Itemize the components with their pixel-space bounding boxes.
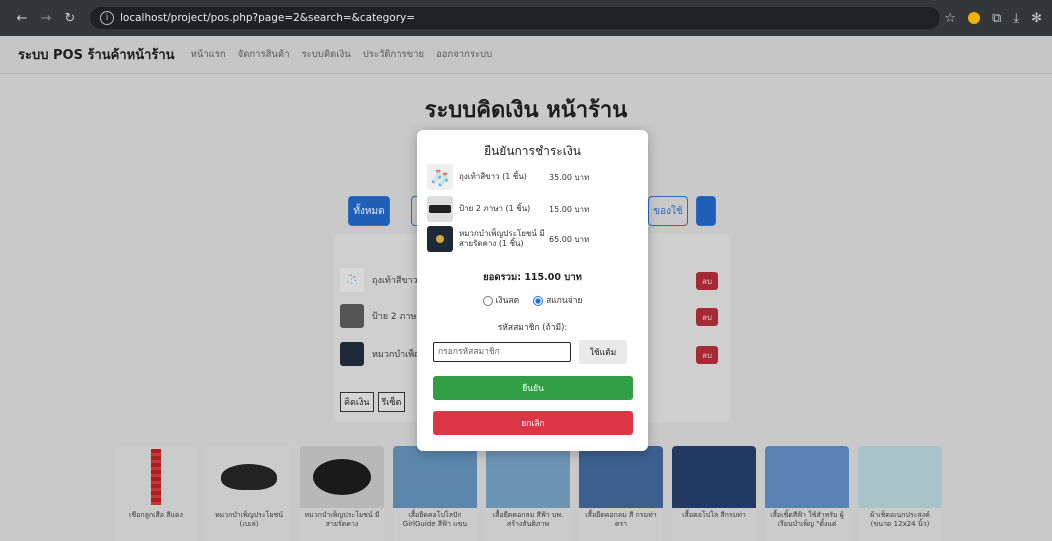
modal-title: ยืนยันการชำระเงิน [484, 144, 581, 158]
radio-cash[interactable] [482, 295, 493, 306]
hat-thumbnail [340, 342, 364, 366]
cart-item-name: ถุงเท้าสีขาว [372, 276, 418, 286]
product-card[interactable]: เชือกลูกเสือ สีแดง [114, 446, 198, 541]
nav-sales-history[interactable]: ประวัติการขาย [363, 47, 424, 62]
cart-item-name: หมวกบำเพ็ญ [372, 350, 422, 360]
payment-cash-option[interactable]: เงินสด [482, 293, 520, 307]
brand-logo[interactable]: ระบบ POS ร้านค้าหน้าร้าน [18, 44, 175, 65]
category-supplies-button[interactable]: ของใช้ [648, 196, 688, 226]
checkout-button[interactable]: คิดเงิน [340, 392, 374, 412]
socks-thumbnail: 🧦 [427, 164, 453, 190]
app-navbar: ระบบ POS ร้านค้าหน้าร้าน หน้าแรก จัดการส… [0, 36, 1052, 74]
product-card[interactable]: หมวกบำเพ็ญประโยชน์ (เบเล่) [207, 446, 291, 541]
payment-cash-label: เงินสด [495, 296, 520, 306]
product-card[interactable]: เสื้อยืดคอโปโลปัก GirlGuide สีฟ้า แขน [393, 446, 477, 541]
product-name: เสื้อยืดคอกลม สี กรมท่า ตรา [585, 511, 657, 528]
nav-home[interactable]: หน้าแรก [191, 47, 226, 62]
product-grid: เชือกลูกเสือ สีแดง หมวกบำเพ็ญประโยชน์ (เ… [114, 446, 942, 541]
back-icon[interactable]: ← [10, 11, 34, 26]
modal-item-name: ป้าย 2 ภาษา (1 ชิ้น) [459, 204, 531, 213]
forward-icon[interactable]: → [34, 11, 58, 26]
hat-thumbnail [427, 226, 453, 252]
cart-row: 🧦 ถุงเท้าสีขาว [340, 266, 418, 294]
product-name: ผ้าเช็ดอเนกประสงค์ (ขนาด 12x24 นิ้ว) [870, 511, 930, 528]
nav-logout[interactable]: ออกจากระบบ [436, 47, 492, 62]
product-name: เสื้อคอโปโล สีกรมท่า [682, 511, 746, 519]
modal-item-price: 35.00 บาท [549, 172, 590, 182]
socks-thumbnail: 🧦 [340, 268, 364, 292]
delete-button[interactable]: ลบ [696, 346, 718, 364]
payment-scan-option[interactable]: สแกนจ่าย [533, 293, 582, 307]
url-text: localhost/project/pos.php?page=2&search=… [120, 12, 416, 24]
modal-item-price: 65.00 บาท [549, 234, 590, 244]
product-name: หมวกบำเพ็ญประโยชน์ มีสายรัดคาง [304, 511, 380, 528]
browser-toolbar: ← → ↻ i localhost/project/pos.php?page=2… [0, 0, 1052, 36]
product-card[interactable]: เสื้อคอโปโล สีกรมท่า [672, 446, 756, 541]
delete-button[interactable]: ลบ [696, 308, 718, 326]
payment-scan-label: สแกนจ่าย [546, 296, 583, 306]
extensions-puzzle-icon[interactable]: ⧉ [992, 11, 1001, 26]
bookmark-star-icon[interactable]: ☆ [944, 11, 956, 26]
cancel-button[interactable]: ยกเลิก [433, 411, 633, 435]
radio-scan[interactable] [533, 295, 544, 306]
product-card[interactable]: ผ้าเช็ดอเนกประสงค์ (ขนาด 12x24 นิ้ว) [858, 446, 942, 541]
member-id-input[interactable] [433, 342, 571, 362]
reload-icon[interactable]: ↻ [58, 11, 82, 26]
member-id-label: รหัสสมาชิก (ถ้ามี): [497, 323, 568, 333]
modal-item-name: ถุงเท้าสีขาว (1 ชิ้น) [459, 172, 527, 181]
product-name: เสื้อเชิ้ตสีฟ้า ใช้สำหรับ ผู้เรียนบำเพ็ญ… [770, 511, 844, 528]
product-card[interactable]: หมวกบำเพ็ญประโยชน์ มีสายรัดคาง [300, 446, 384, 541]
badge-thumbnail [340, 304, 364, 328]
shirt-image [765, 446, 849, 508]
product-name: หมวกบำเพ็ญประโยชน์ (เบเล่) [214, 511, 284, 528]
hat-image [300, 446, 384, 508]
profile-icon[interactable]: ✻ [1031, 11, 1042, 26]
towel-image [858, 446, 942, 508]
product-card[interactable]: เสื้อยืดคอกลม สี กรมท่า ตรา [579, 446, 663, 541]
shirt-image [393, 446, 477, 508]
badge-thumbnail [427, 196, 453, 222]
modal-item-name: หมวกบำเพ็ญประโยชน์ มีสายรัดคาง (1 ชิ้น) [459, 229, 545, 248]
page-title: ระบบคิดเงิน หน้าร้าน [424, 98, 628, 123]
nav-checkout[interactable]: ระบบคิดเงิน [302, 47, 351, 62]
address-bar[interactable]: i localhost/project/pos.php?page=2&searc… [90, 7, 940, 29]
modal-item-price: 15.00 บาท [549, 204, 590, 214]
cart-row: หมวกบำเพ็ญ [340, 340, 422, 368]
shirt-image [672, 446, 756, 508]
modal-item-row: 🧦 ถุงเท้าสีขาว (1 ชิ้น) 35.00 บาท [427, 164, 589, 190]
beret-image [207, 446, 291, 508]
total-amount: ยอดรวม: 115.00 บาท [483, 272, 582, 283]
download-icon[interactable]: ⤓ [1013, 11, 1019, 26]
cart-row: ป้าย 2 ภาษา [340, 302, 421, 330]
site-info-icon[interactable]: i [100, 11, 114, 25]
modal-item-row: หมวกบำเพ็ญประโยชน์ มีสายรัดคาง (1 ชิ้น) … [427, 226, 589, 252]
rope-image [114, 446, 198, 508]
reset-button[interactable]: รีเซ็ต [377, 392, 406, 412]
category-more-button[interactable] [696, 196, 716, 226]
shirt-image [579, 446, 663, 508]
delete-button[interactable]: ลบ [696, 272, 718, 290]
product-name: เชือกลูกเสือ สีแดง [129, 511, 183, 519]
product-card[interactable]: เสื้อยืดคอกลม สีฟ้า บพ. สร้างสันติภาพ [486, 446, 570, 541]
category-all-button[interactable]: ทั้งหมด [348, 196, 390, 226]
product-name: เสื้อยืดคอกลม สีฟ้า บพ. สร้างสันติภาพ [492, 511, 564, 528]
use-points-button[interactable]: ใช้แต้ม [579, 340, 627, 364]
shirt-image [486, 446, 570, 508]
extension-icon[interactable] [968, 12, 981, 24]
cart-item-name: ป้าย 2 ภาษา [372, 312, 422, 322]
nav-manage-products[interactable]: จัดการสินค้า [238, 47, 290, 62]
modal-item-row: ป้าย 2 ภาษา (1 ชิ้น) 15.00 บาท [427, 196, 589, 222]
product-card[interactable]: เสื้อเชิ้ตสีฟ้า ใช้สำหรับ ผู้เรียนบำเพ็ญ… [765, 446, 849, 541]
payment-method-group: เงินสด สแกนจ่าย [417, 293, 648, 307]
product-name: เสื้อยืดคอโปโลปัก GirlGuide สีฟ้า แขน [402, 511, 468, 528]
confirm-button[interactable]: ยืนยัน [433, 376, 633, 400]
payment-confirm-modal: ยืนยันการชำระเงิน 🧦 ถุงเท้าสีขาว (1 ชิ้น… [417, 130, 648, 451]
